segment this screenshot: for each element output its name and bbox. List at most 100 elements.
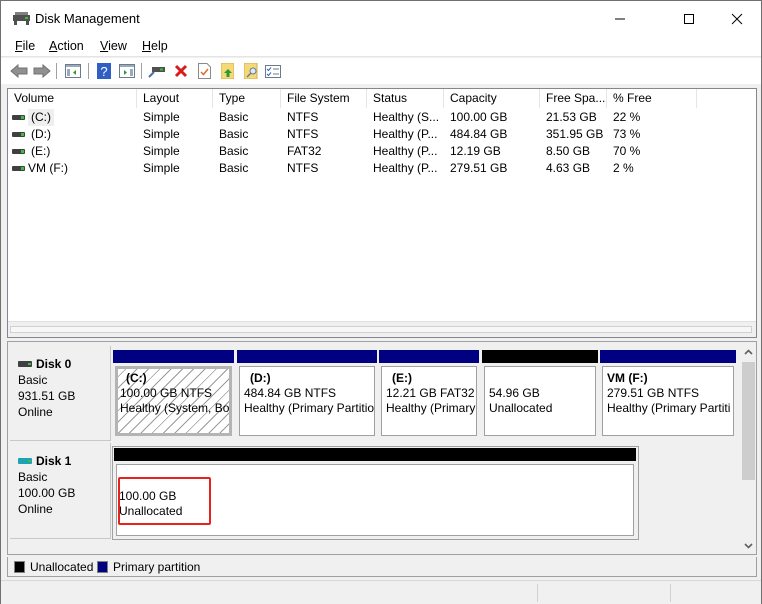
volume-name: (C:)	[28, 109, 54, 126]
partition-size-fs: 100.00 GB NTFS	[120, 386, 213, 400]
volume-free-space: 351.95 GB	[546, 127, 604, 141]
partition-bar-primary	[237, 350, 377, 363]
partition-d[interactable]: (D:) 484.84 GB NTFS Healthy (Primary Par…	[237, 350, 377, 438]
volume-percent-free: 70 %	[613, 144, 641, 158]
partition-body: (C:) 100.00 GB NTFS Healthy (System, Boo	[115, 366, 232, 436]
volume-name: VM (F:)	[28, 161, 68, 175]
menu-file-label: ile	[22, 39, 36, 53]
explore-button[interactable]	[241, 61, 261, 81]
volume-row[interactable]: (E:) Simple Basic FAT32 Healthy (P... 12…	[8, 143, 756, 160]
delete-button[interactable]	[171, 61, 191, 81]
toolbar-separator	[56, 63, 57, 79]
menu-file[interactable]: File	[15, 39, 35, 53]
volume-capacity: 100.00 GB	[450, 110, 508, 124]
column-header-file-system[interactable]: File System	[281, 89, 367, 108]
horizontal-scrollbar-track[interactable]	[10, 326, 752, 333]
menu-help-label: elp	[151, 39, 168, 53]
toolbar-separator	[141, 63, 142, 79]
settings-button[interactable]	[263, 61, 283, 81]
disk-1-size: 100.00 GB	[18, 486, 76, 500]
partition-e[interactable]: (E:) 12.21 GB FAT32 Healthy (Primary	[379, 350, 479, 438]
volume-percent-free: 22 %	[613, 110, 641, 124]
volume-row[interactable]: (D:) Simple Basic NTFS Healthy (P... 484…	[8, 126, 756, 143]
partition-size-fs: 12.21 GB FAT32	[386, 386, 475, 400]
help-button[interactable]: ?	[94, 61, 114, 81]
explore-icon	[243, 63, 257, 79]
show-hide-action-pane-button[interactable]	[117, 61, 137, 81]
disk-icon	[18, 361, 32, 367]
menu-action[interactable]: Action	[49, 39, 84, 53]
connect-virtual-disk-button[interactable]	[147, 61, 167, 81]
column-header-layout[interactable]: Layout	[137, 89, 213, 108]
legend-label: Primary partition	[113, 560, 201, 574]
partition-status: Healthy (Primary Partiti	[607, 401, 731, 415]
column-header-type[interactable]: Type	[213, 89, 281, 108]
forward-button[interactable]	[32, 61, 52, 81]
disk-0-size: 931.51 GB	[18, 389, 76, 403]
volume-name: (D:)	[31, 127, 51, 141]
column-header-status[interactable]: Status	[367, 89, 444, 108]
status-bar-separator	[537, 584, 538, 602]
disk-graphical-view: Disk 0 Basic 931.51 GB Online (C:) 100.0…	[7, 341, 757, 555]
volume-file-system: FAT32	[287, 144, 322, 158]
vertical-scrollbar[interactable]	[741, 342, 756, 554]
horizontal-scrollbar[interactable]	[8, 321, 756, 337]
vertical-scrollbar-thumb[interactable]	[742, 362, 755, 480]
partition-status: Unallocated	[489, 401, 553, 415]
column-header-free-space[interactable]: Free Spa...	[540, 89, 607, 108]
title-bar: Disk Management	[1, 1, 761, 37]
maximize-button[interactable]	[666, 1, 712, 37]
legend-item-unallocated: Unallocated	[14, 560, 93, 574]
column-header-volume[interactable]: Volume	[8, 89, 137, 108]
minimize-icon	[615, 18, 625, 20]
column-header-filler	[697, 89, 756, 108]
properties-button[interactable]	[194, 61, 214, 81]
volume-row[interactable]: (C:) Simple Basic NTFS Healthy (S... 100…	[8, 109, 756, 126]
disk-management-window: Disk Management File Action View Help ?	[0, 0, 762, 604]
partition-status: Healthy (System, Boo	[120, 401, 232, 415]
disk-1-status: Online	[18, 502, 53, 516]
checklist-icon	[265, 64, 281, 78]
back-button[interactable]	[9, 61, 29, 81]
disk-1-label: Disk 1	[18, 453, 110, 469]
volume-file-system: NTFS	[287, 110, 319, 124]
menu-help[interactable]: Help	[142, 39, 168, 53]
partition-c[interactable]: (C:) 100.00 GB NTFS Healthy (System, Boo	[113, 350, 234, 438]
partition-vm-f[interactable]: VM (F:) 279.51 GB NTFS Healthy (Primary …	[600, 350, 736, 438]
show-hide-console-tree-button[interactable]	[63, 61, 83, 81]
disk-0-name: Disk 0	[36, 357, 72, 371]
column-header-capacity[interactable]: Capacity	[444, 89, 540, 108]
legend-swatch-unallocated	[14, 561, 25, 573]
volume-type: Basic	[219, 110, 249, 124]
scroll-down-button[interactable]	[741, 538, 756, 554]
menu-view[interactable]: View	[100, 39, 127, 53]
properties-icon	[197, 63, 211, 79]
disk-1-info[interactable]: Disk 1 Basic 100.00 GB Online	[10, 443, 111, 539]
volume-icon	[12, 149, 25, 154]
svg-text:?: ?	[100, 64, 107, 79]
close-button[interactable]	[714, 1, 760, 37]
minimize-button[interactable]	[597, 1, 643, 37]
disk-0-type: Basic	[18, 373, 48, 387]
volume-status: Healthy (P...	[373, 144, 438, 158]
menu-action-label: ction	[57, 39, 84, 53]
volume-row[interactable]: VM (F:) Simple Basic NTFS Healthy (P... …	[8, 160, 756, 177]
column-header-percent-free[interactable]: % Free	[607, 89, 697, 108]
disk-1-name: Disk 1	[36, 454, 72, 468]
disk-0-partitions: (C:) 100.00 GB NTFS Healthy (System, Boo…	[112, 350, 737, 438]
scroll-up-button[interactable]	[741, 344, 756, 360]
disk-0-info[interactable]: Disk 0 Basic 931.51 GB Online	[10, 346, 111, 441]
status-bar-separator	[670, 584, 671, 602]
partition-unallocated-disk0[interactable]: 54.96 GB Unallocated	[482, 350, 598, 438]
back-arrow-icon	[10, 64, 28, 78]
toolbar: ?	[1, 58, 761, 84]
volume-percent-free: 2 %	[613, 161, 634, 175]
partition-bar-primary	[379, 350, 479, 363]
partition-size: 54.96 GB	[489, 386, 540, 400]
open-folder-icon	[220, 63, 234, 79]
partition-legend: Unallocated Primary partition	[7, 557, 757, 577]
disk-0-status: Online	[18, 405, 53, 419]
disk-0-label: Disk 0	[18, 356, 110, 372]
open-button[interactable]	[217, 61, 237, 81]
volume-layout: Simple	[143, 127, 180, 141]
